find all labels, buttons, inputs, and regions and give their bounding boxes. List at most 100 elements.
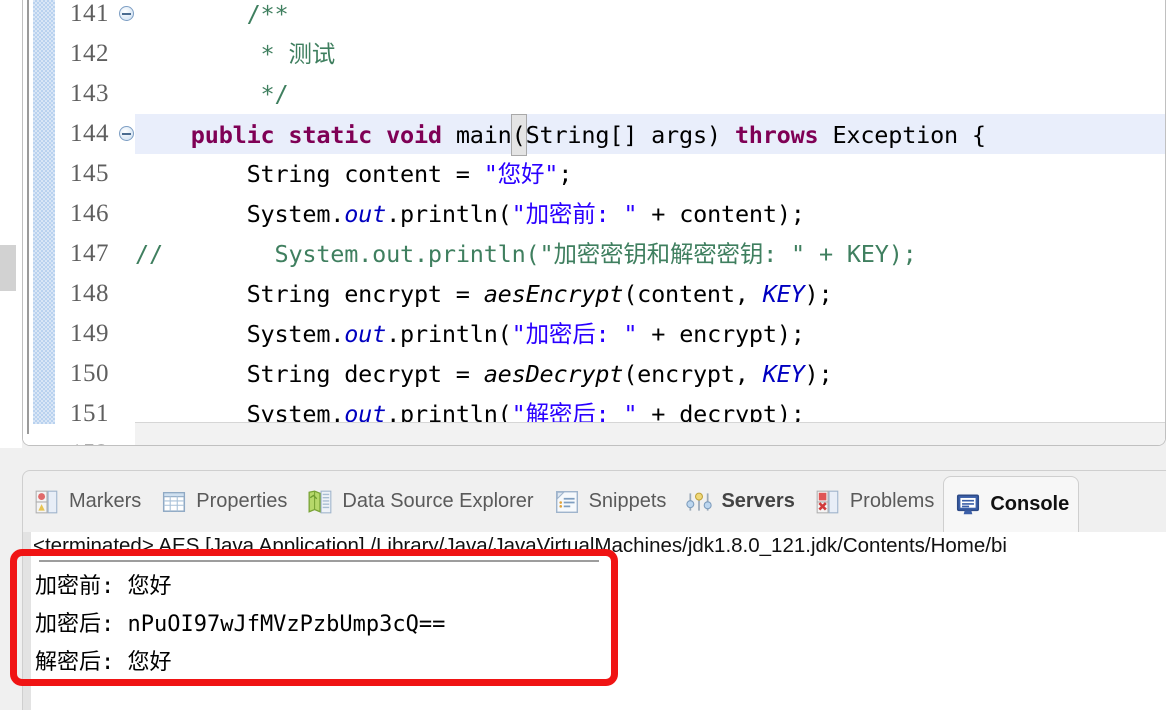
line-number: 150 — [70, 360, 109, 387]
line-number: 145 — [70, 160, 109, 187]
code-token: .println( — [386, 200, 512, 228]
console-icon — [955, 492, 981, 518]
line-number: 146 — [70, 200, 109, 227]
code-token: + content); — [637, 200, 805, 228]
tab-label: Snippets — [588, 490, 667, 512]
code-token: // — [135, 240, 163, 268]
code-token: + encrypt); — [637, 320, 805, 348]
code-token: ; — [558, 160, 573, 188]
editor-viewport[interactable]: 141 /** 142 * 测试 143 */144 public static v… — [23, 0, 1165, 445]
code-line-text: System.out.println("加密后: " + encrypt); — [135, 314, 805, 354]
tab-problems[interactable]: Problems — [804, 471, 943, 532]
tab-label: Data Source Explorer — [342, 490, 534, 512]
code-line[interactable]: 149 System.out.println("加密后: " + encrypt… — [23, 314, 1165, 354]
code-token: aesDecrypt — [483, 360, 624, 388]
code-token: ); — [804, 360, 833, 388]
code-line-text: public static void main(String[] args) t… — [135, 114, 986, 156]
code-line[interactable]: 145 String content = "您好"; — [23, 154, 1165, 194]
line-number: 151 — [70, 400, 109, 427]
console-launch-header: <terminated> AES [Java Application] /Lib… — [33, 534, 1007, 557]
code-line[interactable]: 146 System.out.println("加密前: " + content… — [23, 194, 1165, 234]
code-token: aesEncrypt — [483, 280, 624, 308]
code-line[interactable]: 150 String decrypt = aesDecrypt(encrypt,… — [23, 354, 1165, 394]
bottom-view-tabbar[interactable]: Markers Properties Data Source Explorer Sni… — [22, 470, 1166, 532]
tab-label: Markers — [69, 490, 142, 512]
tab-snippets[interactable]: Snippets — [543, 471, 676, 532]
code-token: main — [455, 121, 512, 149]
fold-collapse-icon[interactable] — [119, 126, 134, 141]
problems-icon — [815, 489, 841, 515]
code-line[interactable]: 141 /** — [23, 0, 1165, 34]
code-line-text: System.out.println("加密前: " + content); — [135, 194, 805, 234]
code-token: System. — [135, 320, 345, 348]
code-token: KEY — [762, 360, 805, 388]
tab-servers[interactable]: Servers — [675, 471, 803, 532]
code-token: throws — [734, 121, 833, 149]
code-line[interactable]: 147 // System.out.println("加密密钥和解密密钥: " +… — [23, 234, 1165, 274]
editor-horizontal-scrollbar[interactable] — [135, 422, 1165, 445]
line-number: 144 — [70, 120, 109, 147]
eclipse-ide-window: 141 /** 142 * 测试 143 */144 public static v… — [0, 0, 1166, 710]
code-line-text: String decrypt = aesDecrypt(encrypt, KEY… — [135, 354, 833, 394]
code-line-text: String encrypt = aesEncrypt(content, KEY… — [135, 274, 833, 314]
code-token: * 测试 — [260, 40, 336, 68]
java-editor-panel[interactable]: 141 /** 142 * 测试 143 */144 public static v… — [22, 0, 1166, 446]
properties-icon — [161, 489, 187, 515]
code-line[interactable]: 143 */ — [23, 74, 1165, 114]
code-token: System. — [135, 200, 345, 228]
code-token: String[] args) — [525, 121, 735, 149]
code-line[interactable]: 148 String encrypt = aesEncrypt(content,… — [23, 274, 1165, 314]
code-token: (encrypt, — [623, 360, 763, 388]
line-number: 143 — [70, 80, 109, 107]
code-token: String decrypt = — [135, 360, 484, 388]
fold-collapse-icon[interactable] — [119, 6, 134, 21]
tab-properties[interactable]: Properties — [150, 471, 296, 532]
code-line-text: */ — [135, 74, 289, 114]
code-token: .println( — [386, 320, 512, 348]
tab-label: Problems — [849, 490, 935, 512]
console-view[interactable]: <terminated> AES [Java Application] /Lib… — [22, 532, 1166, 710]
servers-icon — [686, 489, 713, 515]
outer-vertical-scrollbar-thumb[interactable] — [0, 245, 16, 291]
line-number: 148 — [70, 280, 109, 307]
code-token: out — [344, 320, 387, 348]
code-token: public static void — [190, 121, 456, 149]
code-token: out — [344, 200, 387, 228]
code-token: KEY — [762, 280, 805, 308]
code-line-text: // System.out.println("加密密钥和解密密钥: " + KE… — [135, 234, 917, 274]
code-line-text: * 测试 — [135, 34, 336, 74]
tab-markers[interactable]: Markers — [23, 471, 150, 532]
code-token: /** — [246, 0, 289, 28]
console-left-margin — [23, 532, 31, 710]
code-token: "您好" — [483, 160, 559, 188]
code-line[interactable]: 144 public static void main(String[] arg… — [23, 114, 1165, 156]
markers-icon — [34, 489, 60, 515]
code-line[interactable]: 142 * 测试 — [23, 34, 1165, 74]
code-token: "加密前: " — [511, 200, 638, 228]
code-token: ); — [804, 280, 833, 308]
code-token: String content = — [135, 160, 484, 188]
line-number: 141 — [70, 0, 109, 27]
code-token: */ — [260, 80, 289, 108]
snippets-icon — [554, 489, 580, 515]
tab-data-source-explorer[interactable]: Data Source Explorer — [296, 471, 542, 532]
code-line-text: String content = "您好"; — [135, 154, 573, 194]
code-token: "加密后: " — [511, 320, 638, 348]
code-token: Exception { — [832, 121, 986, 149]
code-lines-container[interactable]: 141 /** 142 * 测试 143 */144 public static v… — [23, 0, 1165, 445]
line-number: 147 — [70, 240, 109, 267]
code-line-text: /** — [135, 0, 289, 34]
console-output-text: 加密前: 您好 加密后: nPuOI97wJfMVzPzbUmp3cQ== 解密… — [35, 574, 446, 675]
tab-label: Console — [990, 493, 1070, 515]
matching-bracket-marker: ( — [510, 114, 527, 156]
tab-console[interactable]: Console — [943, 476, 1080, 532]
code-token: (content, — [623, 280, 763, 308]
data-source-explorer-icon — [307, 489, 333, 515]
line-number: 152 — [23, 434, 109, 445]
line-number: 149 — [70, 320, 109, 347]
outer-vertical-scrollbar[interactable] — [0, 0, 22, 448]
